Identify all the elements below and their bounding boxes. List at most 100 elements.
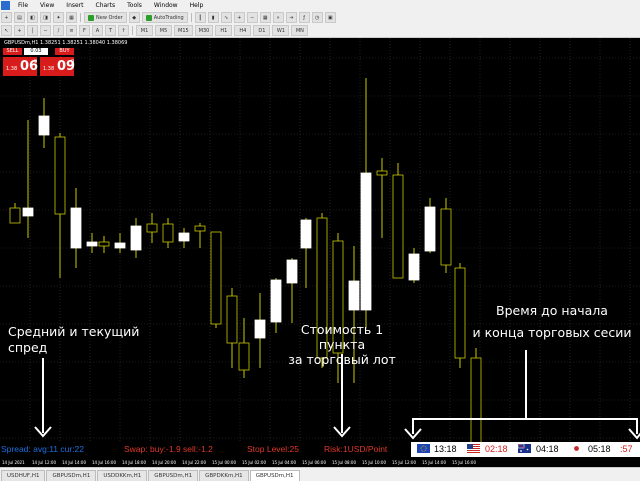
chart-tab[interactable]: GBPUSDm,H1 xyxy=(249,470,300,481)
chart-tab[interactable]: USDHUF,H1 xyxy=(1,470,46,481)
horizontal-line-icon[interactable]: ─ xyxy=(40,25,51,36)
timeframe-m30[interactable]: M30 xyxy=(194,25,214,36)
spread-annotation: Средний и текущий спред xyxy=(8,324,139,356)
time-axis-label: 15 Jul 06:00 xyxy=(302,460,326,465)
point-arrow-shaft xyxy=(341,354,343,433)
cursor-icon[interactable]: ↖ xyxy=(1,25,12,36)
vertical-line-icon[interactable]: │ xyxy=(27,25,38,36)
timeframe-m5[interactable]: M5 xyxy=(155,25,172,36)
toolbar-separator xyxy=(132,26,133,35)
chart-shift-icon[interactable]: ⇥ xyxy=(285,12,297,23)
candle-body xyxy=(98,241,110,247)
session-annotation-line-2: и конца торговых сесии xyxy=(472,325,632,340)
trendline-icon[interactable]: / xyxy=(53,25,64,36)
candle-body xyxy=(114,242,126,249)
auto-scroll-icon[interactable]: » xyxy=(272,12,284,23)
stop-level-info: Stop Level:25 xyxy=(247,444,299,454)
timeframe-h4[interactable]: H4 xyxy=(234,25,252,36)
time-axis: 14 Jul 2021 14 Jul 12:00 14 Jul 14:00 14 Ju… xyxy=(0,460,640,467)
time-axis-label: 15 Jul 02:00 xyxy=(242,460,266,465)
spread-arrow-shaft xyxy=(42,358,44,433)
session-tail-time: :57 xyxy=(620,444,633,454)
chart-tab[interactable]: GBPUSDm,H1 xyxy=(148,470,199,481)
channel-icon[interactable]: ≡ xyxy=(66,25,77,36)
new-order-icon xyxy=(88,14,94,21)
bar-chart-icon[interactable]: ┃ xyxy=(194,12,206,23)
sell-button[interactable]: SELL xyxy=(3,48,22,55)
candle-body xyxy=(194,225,206,232)
zoom-in-icon[interactable]: + xyxy=(233,12,245,23)
sell-price-sup: 9 xyxy=(34,59,38,65)
buy-price-box[interactable]: 1.38 09 0 xyxy=(40,57,75,76)
candle-body xyxy=(54,136,66,215)
menu-tools[interactable]: Tools xyxy=(121,2,148,9)
point-annotation-line-1: Стоимость 1 пункта xyxy=(300,322,384,352)
new-order-button[interactable]: New Order xyxy=(84,12,127,23)
jp-session-time: 05:18 xyxy=(588,444,611,454)
menu-bar: File View Insert Charts Tools Window Hel… xyxy=(0,0,640,11)
zoom-out-icon[interactable]: − xyxy=(246,12,258,23)
menu-window[interactable]: Window xyxy=(148,2,184,9)
menu-charts[interactable]: Charts xyxy=(90,2,122,9)
candle-body xyxy=(38,115,50,136)
templates-icon[interactable]: ▣ xyxy=(324,12,336,23)
line-chart-icon[interactable]: ∿ xyxy=(220,12,232,23)
timeframe-mn[interactable]: MN xyxy=(291,25,309,36)
data-window-icon[interactable]: ◨ xyxy=(40,12,51,23)
indicators-icon[interactable]: ƒ xyxy=(298,12,310,23)
time-axis-label: 14 Jul 16:00 xyxy=(92,460,116,465)
chart-tab[interactable]: GBPUSDm,H1 xyxy=(46,470,97,481)
menu-help[interactable]: Help xyxy=(184,2,210,9)
chart-area[interactable] xyxy=(0,38,640,443)
timeframe-h1[interactable]: H1 xyxy=(215,25,233,36)
autotrading-button[interactable]: AutoTrading xyxy=(141,12,188,23)
profiles-icon[interactable]: ▤ xyxy=(14,12,25,23)
terminal-icon[interactable]: ▦ xyxy=(66,12,77,23)
candle-body xyxy=(238,342,250,371)
arrows-icon[interactable]: ↑ xyxy=(118,25,129,36)
price-chart[interactable] xyxy=(0,38,640,443)
candle-body xyxy=(86,241,98,247)
time-axis-label: 15 Jul 00:00 xyxy=(212,460,236,465)
chart-tab[interactable]: USDDKKm,H1 xyxy=(97,470,148,481)
chart-tab[interactable]: GBPDKKm,H1 xyxy=(199,470,249,481)
sell-price-box[interactable]: 1.38 06 9 xyxy=(3,57,38,76)
spread-arrow-head xyxy=(34,426,52,438)
time-axis-label: 14 Jul 18:00 xyxy=(122,460,146,465)
point-arrow-head xyxy=(333,426,351,438)
sell-price-prefix: 1.38 xyxy=(6,66,18,72)
fibonacci-icon[interactable]: F xyxy=(79,25,90,36)
us-session-time: 02:18 xyxy=(485,444,508,454)
menu-file[interactable]: File xyxy=(12,2,34,9)
metaeditor-icon[interactable]: ◆ xyxy=(128,12,140,23)
candle-body xyxy=(270,279,282,323)
candle-body xyxy=(254,319,266,339)
periods-icon[interactable]: ◷ xyxy=(311,12,323,23)
candlestick-icon[interactable]: ▮ xyxy=(207,12,219,23)
candle-body xyxy=(22,207,34,217)
navigator-icon[interactable]: ✦ xyxy=(53,12,64,23)
text-icon[interactable]: A xyxy=(92,25,103,36)
timeframe-m1[interactable]: M1 xyxy=(136,25,153,36)
candle-body xyxy=(286,259,298,284)
market-watch-icon[interactable]: ◧ xyxy=(27,12,38,23)
au-flag-icon xyxy=(518,444,531,453)
new-chart-icon[interactable]: + xyxy=(1,12,12,23)
timeframe-d1[interactable]: D1 xyxy=(253,25,271,36)
time-axis-label: 14 Jul 20:00 xyxy=(152,460,176,465)
candle-body xyxy=(360,172,372,311)
timeframe-m15[interactable]: M15 xyxy=(174,25,193,36)
eu-flag-icon xyxy=(417,444,430,453)
menu-insert[interactable]: Insert xyxy=(60,2,89,9)
tile-windows-icon[interactable]: ▦ xyxy=(259,12,271,23)
crosshair-icon[interactable]: + xyxy=(14,25,25,36)
time-axis-label: 15 Jul 08:00 xyxy=(332,460,356,465)
candle-body xyxy=(70,207,82,249)
label-icon[interactable]: T xyxy=(105,25,116,36)
time-axis-label: 14 Jul 14:00 xyxy=(62,460,86,465)
new-order-label: New Order xyxy=(96,14,123,21)
timeframe-w1[interactable]: W1 xyxy=(272,25,290,36)
lot-size-input[interactable]: 0.03 xyxy=(24,48,48,55)
buy-button[interactable]: BUY xyxy=(55,48,74,55)
menu-view[interactable]: View xyxy=(34,2,60,9)
